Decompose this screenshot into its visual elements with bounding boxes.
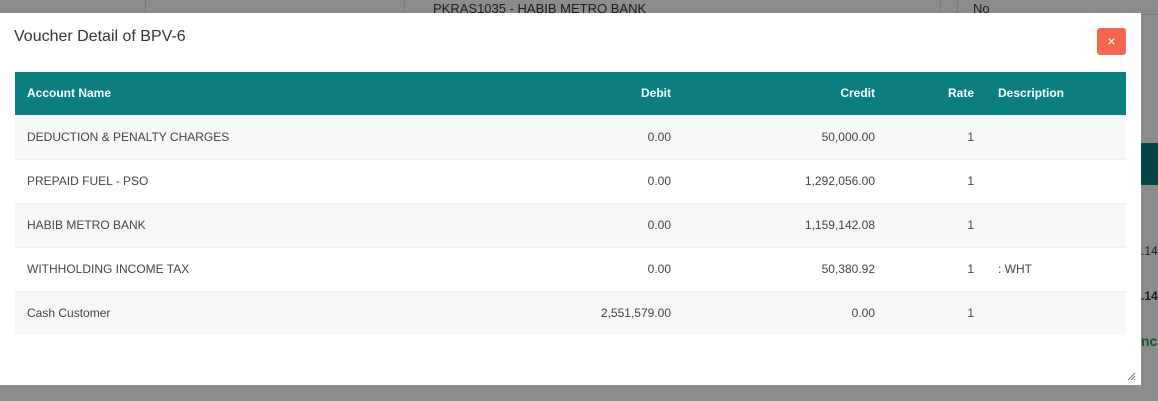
description-cell — [986, 291, 1126, 335]
credit-cell: 1,292,056.00 — [804, 174, 875, 188]
account-name-cell: Cash Customer — [27, 306, 111, 321]
column-header-credit[interactable]: Credit — [683, 72, 887, 115]
debit-cell: 0.00 — [647, 218, 671, 232]
credit-cell: 50,380.92 — [821, 262, 875, 276]
account-name-cell: DEDUCTION & PENALTY CHARGES — [27, 130, 230, 144]
rate-cell: 1 — [967, 262, 974, 276]
account-name-cell: WITHHOLDING INCOME TAX — [27, 262, 190, 276]
account-name-cell: HABIB METRO BANK — [27, 218, 146, 232]
resize-handle-icon[interactable] — [1127, 372, 1136, 381]
debit-cell: 0.00 — [647, 174, 671, 188]
description-cell — [986, 159, 1126, 203]
table-row: Cash Customer 2,551,579.00 0.00 1 — [15, 291, 1126, 335]
credit-cell: 1,159,142.08 — [804, 218, 875, 232]
rate-cell: 1 — [967, 306, 974, 321]
rate-cell: 1 — [967, 130, 974, 144]
table-header-row: Account Name Debit Credit Rate Descripti… — [15, 72, 1126, 115]
description-cell — [986, 115, 1126, 159]
account-name-cell: PREPAID FUEL - PSO — [27, 174, 149, 188]
table-row: WITHHOLDING INCOME TAX 0.00 50,380.92 1 … — [15, 247, 1126, 291]
description-cell: : WHT — [998, 262, 1032, 276]
column-header-rate[interactable]: Rate — [887, 72, 986, 115]
credit-cell: 0.00 — [851, 306, 875, 321]
credit-cell: 50,000.00 — [821, 130, 875, 144]
table-row: HABIB METRO BANK 0.00 1,159,142.08 1 — [15, 203, 1126, 247]
close-button[interactable]: × — [1097, 28, 1126, 55]
rate-cell: 1 — [967, 218, 974, 232]
debit-cell: 0.00 — [647, 262, 671, 276]
description-cell — [986, 203, 1126, 247]
table-row: DEDUCTION & PENALTY CHARGES 0.00 50,000.… — [15, 115, 1126, 159]
voucher-table: Account Name Debit Credit Rate Descripti… — [15, 72, 1126, 335]
voucher-detail-modal: Voucher Detail of BPV-6 × Account Name D… — [0, 13, 1141, 385]
column-header-debit[interactable]: Debit — [479, 72, 683, 115]
table-row: PREPAID FUEL - PSO 0.00 1,292,056.00 1 — [15, 159, 1126, 203]
column-header-description[interactable]: Description — [986, 72, 1126, 115]
rate-cell: 1 — [967, 174, 974, 188]
debit-cell: 2,551,579.00 — [600, 306, 671, 321]
debit-cell: 0.00 — [647, 130, 671, 144]
modal-title: Voucher Detail of BPV-6 — [14, 28, 186, 45]
column-header-account-name[interactable]: Account Name — [15, 72, 479, 115]
